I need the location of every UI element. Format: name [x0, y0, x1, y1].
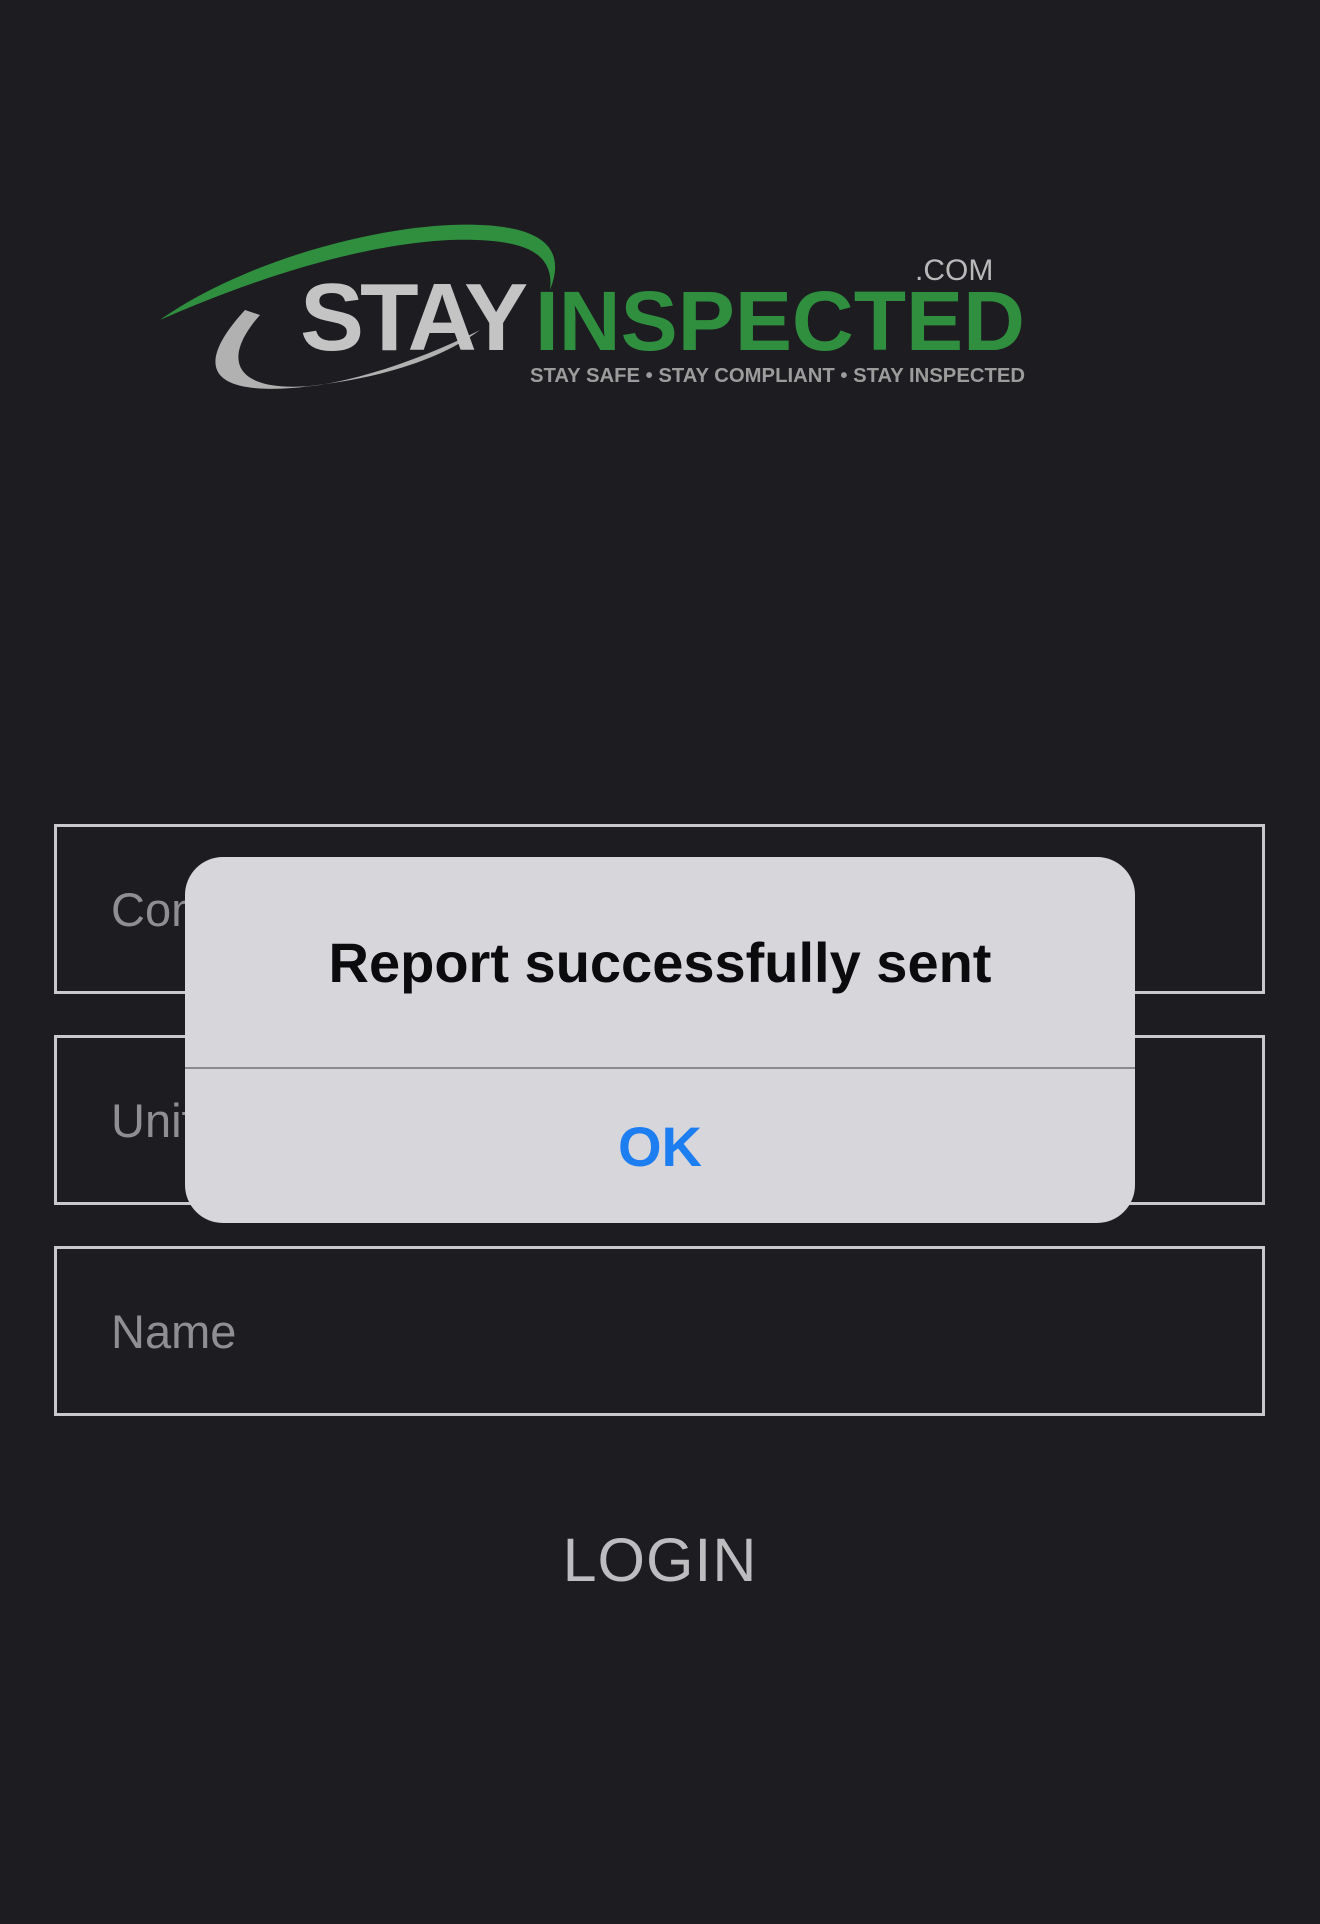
name-field[interactable] — [54, 1246, 1265, 1416]
logo-word-stay: STAY — [300, 264, 527, 371]
name-input[interactable] — [57, 1249, 1262, 1413]
logo-tagline: STAY SAFE • STAY COMPLIANT • STAY INSPEC… — [530, 365, 1025, 387]
logo-word-inspected: INSPECTED — [535, 274, 1025, 368]
logo-dotcom: .COM — [915, 254, 993, 287]
stayinspected-logo: STAY INSPECTED .COM STAY SAFE • STAY COM… — [160, 224, 1025, 389]
alert-dialog: Report successfully sent OK — [185, 857, 1135, 1223]
login-button[interactable]: LOGIN — [0, 1525, 1320, 1595]
alert-message: Report successfully sent — [328, 930, 992, 994]
alert-ok-button[interactable]: OK — [185, 1069, 1135, 1223]
